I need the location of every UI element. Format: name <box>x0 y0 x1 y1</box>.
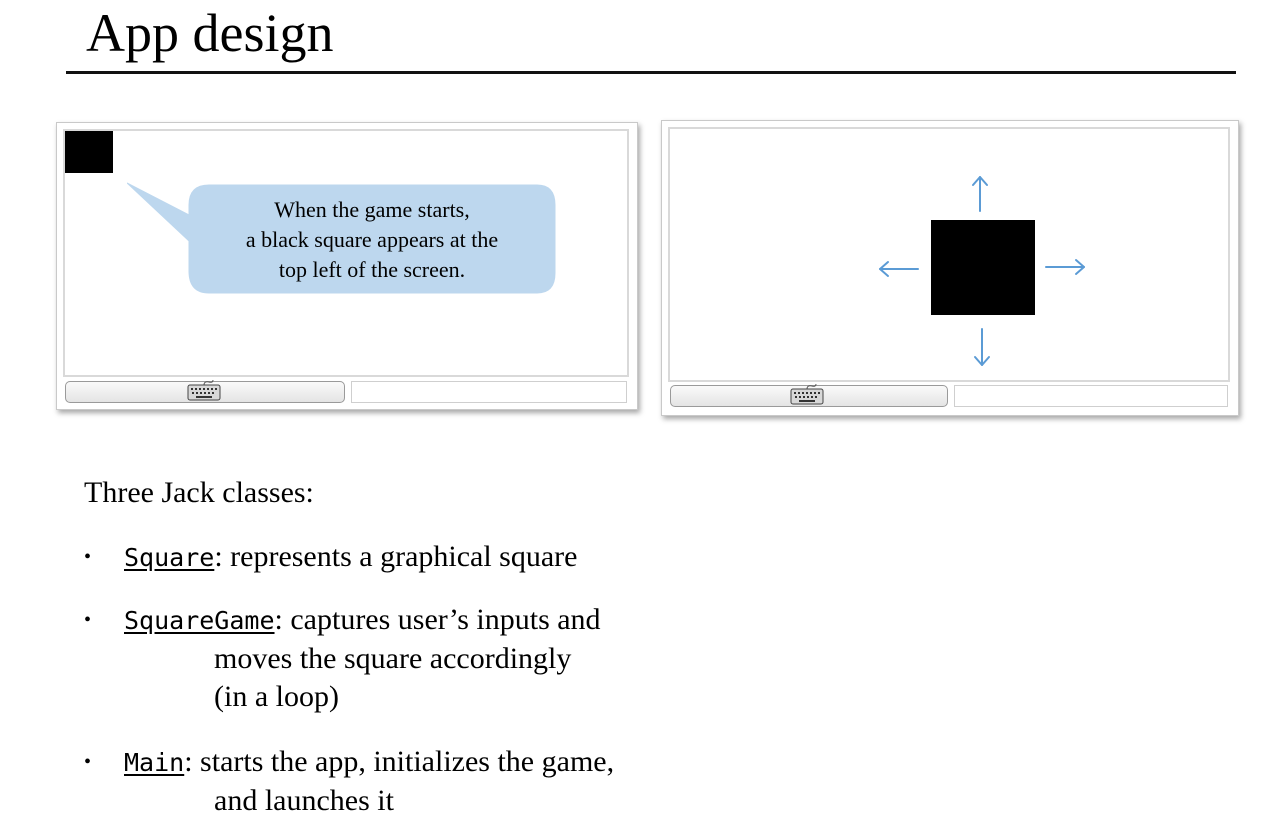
black-square-center <box>931 220 1035 315</box>
callout-line-1: When the game starts, <box>274 197 470 222</box>
class-name-squaregame: SquareGame <box>124 606 275 635</box>
arrow-up-icon <box>972 176 988 212</box>
class-name-main: Main <box>124 748 185 777</box>
bullet-dot: • <box>84 751 92 773</box>
bullet-dot: • <box>84 609 92 631</box>
square-movement-panel <box>661 120 1239 416</box>
status-bar <box>954 385 1228 407</box>
callout-text: When the game starts, a black square app… <box>189 195 555 285</box>
callout-line-2: a black square appears at the <box>245 227 499 252</box>
keyboard-icon <box>187 379 221 401</box>
keyboard-icon <box>790 383 824 405</box>
arrow-down-icon <box>974 328 990 366</box>
title-underline <box>66 71 1236 74</box>
callout-line-3: top left of the screen. <box>278 257 466 282</box>
bullet-body: Main: starts the app, initializes the ga… <box>124 743 614 820</box>
game-screen: When the game starts, a black square app… <box>63 129 629 377</box>
bullet-description: : captures user’s inputs and <box>274 603 601 636</box>
status-bar <box>351 381 627 403</box>
slide-title: App design <box>86 3 334 63</box>
black-square-top-left <box>65 131 113 173</box>
bullet-description: : starts the app, initializes the game, <box>184 745 615 778</box>
bullet-dot: • <box>84 546 92 568</box>
bullet-continuation: (in a loop) <box>214 680 339 713</box>
bullet-description: : represents a graphical square <box>214 540 578 573</box>
class-name-square: Square <box>124 543 215 572</box>
game-start-screen-panel: When the game starts, a black square app… <box>56 122 638 410</box>
classes-intro: Three Jack classes: <box>84 476 314 509</box>
bullet-body: SquareGame: captures user’s inputs and m… <box>124 601 601 716</box>
game-screen <box>668 127 1230 382</box>
bullet-body: Square: represents a graphical square <box>124 538 577 577</box>
bullet-continuation: and launches it <box>214 784 394 817</box>
arrow-left-icon <box>879 261 919 277</box>
bullet-continuation: moves the square accordingly <box>214 642 572 675</box>
arrow-right-icon <box>1045 259 1085 275</box>
